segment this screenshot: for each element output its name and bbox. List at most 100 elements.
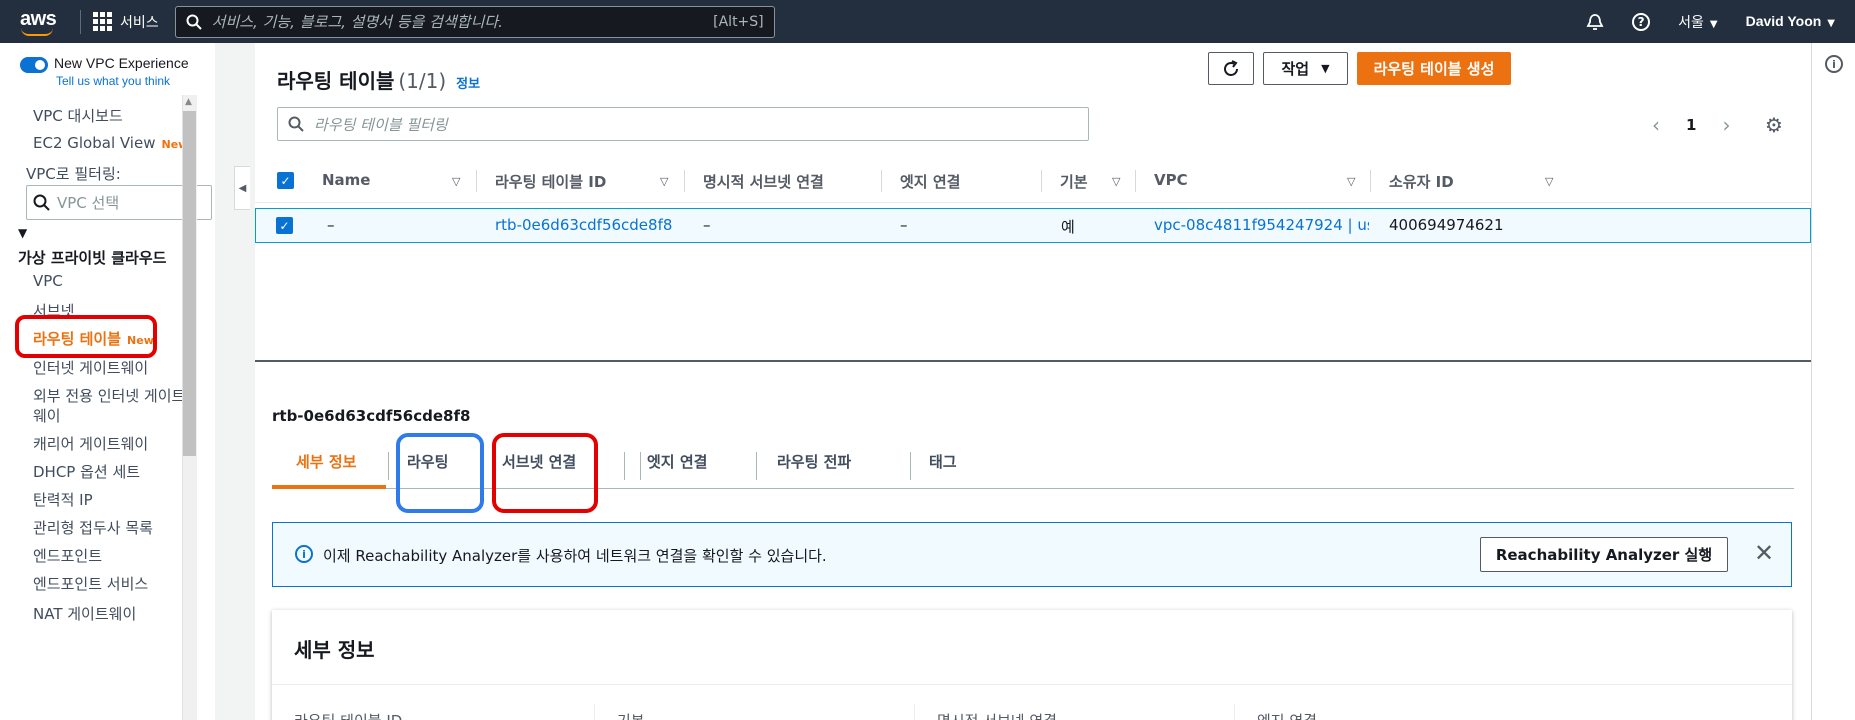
caret-down-icon: ▼ <box>1321 62 1330 75</box>
create-route-table-button[interactable]: 라우팅 테이블 생성 <box>1357 52 1511 85</box>
info-icon: i <box>295 545 313 563</box>
aws-logo[interactable]: aws <box>14 4 70 40</box>
new-vpc-experience-toggle[interactable]: New VPC Experience Tell us what you thin… <box>20 55 189 88</box>
collapse-triangle-icon[interactable]: ▼ <box>18 226 27 240</box>
vpc-filter-label: VPC로 필터링: <box>26 165 121 183</box>
sidebar-item-dhcp-options[interactable]: DHCP 옵션 세트 <box>33 461 140 482</box>
feedback-link[interactable]: Tell us what you think <box>56 74 189 88</box>
reachability-button-label: Reachability Analyzer 실행 <box>1495 546 1713 564</box>
sidebar-item-label: EC2 Global View <box>33 134 156 152</box>
col-vpc[interactable]: VPC <box>1154 171 1188 189</box>
route-table-filter-input[interactable]: 라우팅 테이블 필터링 <box>277 107 1089 141</box>
nav-divider <box>80 9 81 34</box>
refresh-button[interactable] <box>1208 52 1254 85</box>
cell-route-table-id[interactable]: rtb-0e6d63cdf56cde8f8 <box>495 216 672 234</box>
grid-icon <box>93 12 112 31</box>
sort-icon[interactable]: ▽ <box>1545 175 1553 188</box>
search-icon <box>186 14 202 30</box>
column-divider[interactable] <box>1370 170 1371 192</box>
collapse-sidebar-button[interactable]: ◀ <box>234 166 250 210</box>
sidebar-item-prefix-lists[interactable]: 관리형 접두사 목록 <box>33 517 153 538</box>
search-icon <box>288 116 304 132</box>
close-icon[interactable]: ✕ <box>1754 539 1774 567</box>
tab-edge-associations[interactable]: 엣지 연결 <box>647 451 707 472</box>
column-divider[interactable] <box>1135 170 1136 192</box>
reachability-analyzer-button[interactable]: Reachability Analyzer 실행 <box>1480 537 1728 572</box>
current-page[interactable]: 1 <box>1686 116 1696 134</box>
sidebar-item-label: 관리형 접두사 목록 <box>33 519 153 537</box>
services-label: 서비스 <box>120 14 159 31</box>
sidebar: New VPC Experience Tell us what you thin… <box>0 43 215 720</box>
toggle-switch[interactable] <box>20 57 48 73</box>
sidebar-item-label: DHCP 옵션 세트 <box>33 463 141 481</box>
red-highlight-box <box>15 315 157 358</box>
field-divider <box>1234 704 1235 720</box>
tab-details[interactable]: 세부 정보 <box>296 451 356 472</box>
prev-page-icon[interactable]: ‹ <box>1652 113 1660 137</box>
route-table-detail-panel: rtb-0e6d63cdf56cde8f8 세부 정보 라우팅 서브넷 연결 엣… <box>255 362 1811 720</box>
sort-icon[interactable]: ▽ <box>1347 175 1355 188</box>
sidebar-scroll-thumb[interactable] <box>183 111 196 456</box>
tab-divider <box>910 452 911 480</box>
tab-route-propagation[interactable]: 라우팅 전파 <box>777 451 851 472</box>
field-divider <box>914 704 915 720</box>
col-owner-id[interactable]: 소유자 ID <box>1389 171 1454 192</box>
sidebar-item-endpoint-services[interactable]: 엔드포인트 서비스 <box>33 573 148 594</box>
col-edge-associations[interactable]: 엣지 연결 <box>900 171 960 192</box>
sort-icon[interactable]: ▽ <box>1112 175 1120 188</box>
table-header: ✓ Name ▽ 라우팅 테이블 ID ▽ 명시적 서브넷 연결 엣지 연결 기… <box>255 159 1811 203</box>
column-divider[interactable] <box>684 170 685 192</box>
col-explicit-subnet[interactable]: 명시적 서브넷 연결 <box>703 171 824 192</box>
cell-vpc[interactable]: vpc-08c4811f954247924 | use... <box>1154 216 1369 234</box>
create-label: 라우팅 테이블 생성 <box>1373 60 1495 78</box>
info-alert: i 이제 Reachability Analyzer를 사용하여 네트워크 연결… <box>272 522 1792 587</box>
sidebar-item-label: 엔드포인트 <box>33 547 103 565</box>
detail-route-table-id: rtb-0e6d63cdf56cde8f8 <box>272 407 471 425</box>
bell-icon[interactable] <box>1586 13 1604 31</box>
actions-button[interactable]: 작업 ▼ <box>1263 52 1348 85</box>
col-name[interactable]: Name <box>322 171 370 189</box>
sort-icon[interactable]: ▽ <box>660 175 668 188</box>
cell-main: 예 <box>1061 218 1075 236</box>
sidebar-item-endpoints[interactable]: 엔드포인트 <box>33 545 102 566</box>
col-route-table-id[interactable]: 라우팅 테이블 ID <box>495 171 606 192</box>
tab-tags[interactable]: 태그 <box>929 451 957 472</box>
actions-label: 작업 <box>1281 60 1310 78</box>
sidebar-item-vpc[interactable]: VPC <box>33 272 63 290</box>
column-divider[interactable] <box>1041 170 1042 192</box>
gear-icon[interactable]: ⚙ <box>1765 113 1783 137</box>
sidebar-item-ec2-global-view[interactable]: EC2 Global View New <box>33 134 188 152</box>
tab-divider <box>756 452 757 480</box>
info-icon[interactable]: i <box>1825 55 1843 73</box>
info-link[interactable]: 정보 <box>456 77 480 92</box>
column-divider[interactable] <box>881 170 882 192</box>
sidebar-item-internet-gateways[interactable]: 인터넷 게이트웨이 <box>33 357 148 378</box>
sidebar-section-title: 가상 프라이빗 클라우드 <box>18 249 167 267</box>
account-menu[interactable]: David Yoon ▼ <box>1746 13 1835 30</box>
select-all-checkbox[interactable]: ✓ <box>277 172 294 189</box>
red-highlight-box <box>492 433 598 513</box>
sidebar-item-carrier-gateways[interactable]: 캐리어 게이트웨이 <box>33 433 148 454</box>
tab-divider <box>624 452 625 480</box>
scroll-up-arrow-icon[interactable]: ▲ <box>185 97 192 107</box>
sidebar-item-label: NAT 게이트웨이 <box>33 605 137 623</box>
table-row[interactable]: ✓ – rtb-0e6d63cdf56cde8f8 – – 예 vpc-08c4… <box>255 208 1811 243</box>
sidebar-item-egress-only-gateways-cont[interactable]: 웨이 <box>33 405 61 426</box>
sidebar-item-vpc-dashboard[interactable]: VPC 대시보드 <box>33 105 123 126</box>
region-selector[interactable]: 서울 ▼ <box>1678 12 1717 32</box>
services-menu[interactable]: 서비스 <box>93 12 159 32</box>
sidebar-item-nat-gateways[interactable]: NAT 게이트웨이 <box>33 603 136 624</box>
sidebar-item-elastic-ips[interactable]: 탄력적 IP <box>33 489 93 510</box>
global-search-input[interactable]: 서비스, 기능, 블로그, 설명서 등을 검색합니다. [Alt+S] <box>174 5 775 38</box>
col-main[interactable]: 기본 <box>1060 171 1088 192</box>
sidebar-item-label: 탄력적 IP <box>33 491 93 509</box>
aws-smile-icon <box>21 28 53 36</box>
sidebar-item-egress-only-gateways[interactable]: 외부 전용 인터넷 게이트 <box>33 385 185 406</box>
sort-icon[interactable]: ▽ <box>452 175 460 188</box>
row-checkbox[interactable]: ✓ <box>276 217 293 234</box>
details-card: 세부 정보 라우팅 테이블 ID 기본 명시적 서브넷 연결 엣지 연결 <box>272 610 1792 720</box>
column-divider[interactable] <box>476 170 477 192</box>
help-icon[interactable]: ? <box>1632 12 1651 31</box>
next-page-icon[interactable]: › <box>1722 113 1730 137</box>
sidebar-item-label: VPC 대시보드 <box>33 107 123 125</box>
